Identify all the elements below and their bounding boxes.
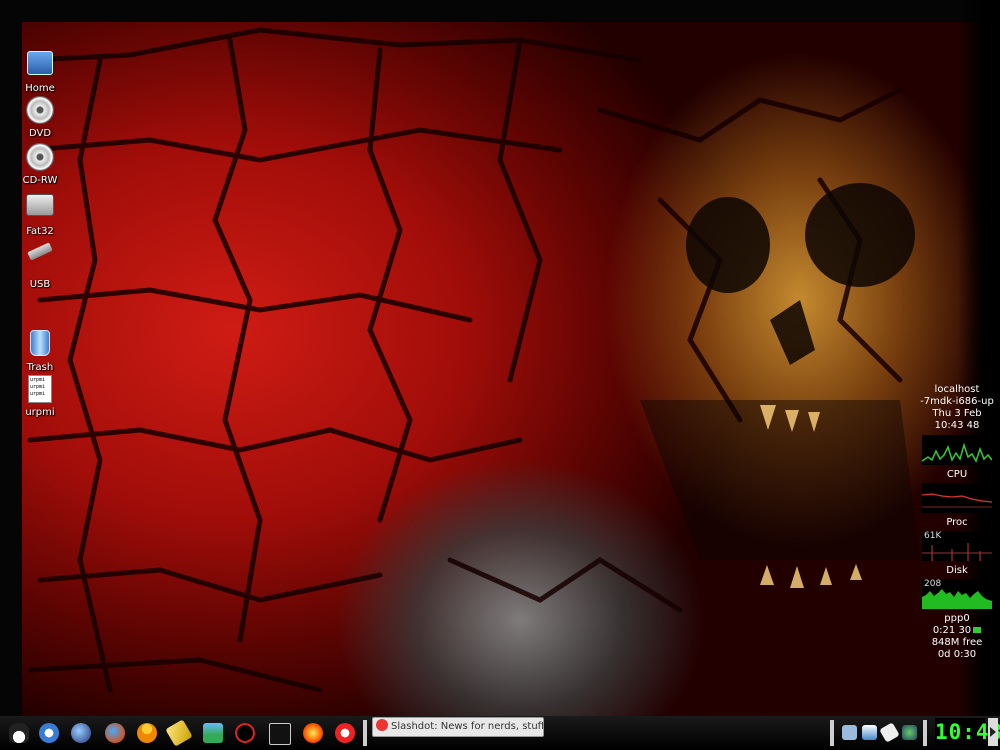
desktop-icon-label: urpmi bbox=[25, 407, 55, 418]
desktop-wallpaper: Home DVD CD-RW Fat32 USB Trash urpmi urp… bbox=[0, 0, 1000, 716]
dvd-icon bbox=[25, 96, 55, 126]
disk-value: 208 bbox=[924, 579, 942, 589]
disk-label: Disk bbox=[946, 565, 968, 576]
doc-line: urpmi bbox=[30, 391, 46, 397]
kernel-version: -7mdk-i686-up bbox=[920, 396, 994, 407]
clock-separator bbox=[923, 720, 927, 746]
desktop-icon-trash[interactable]: Trash bbox=[18, 328, 62, 373]
cpu-label: CPU bbox=[946, 469, 968, 480]
doc-line: urpmi bbox=[30, 377, 46, 383]
konqueror-icon[interactable] bbox=[36, 720, 62, 746]
disk-graph: 208 bbox=[922, 579, 992, 609]
browser-window-icon bbox=[376, 719, 388, 731]
display-icon[interactable] bbox=[862, 725, 877, 740]
desktop-icon-fat32[interactable]: Fat32 bbox=[18, 188, 62, 237]
desktop-icon-label: DVD bbox=[28, 128, 52, 139]
host-activity-graph bbox=[922, 435, 992, 465]
tray-tag-icon[interactable] bbox=[879, 722, 900, 743]
proc-value: 61K bbox=[924, 531, 942, 541]
firefox-icon[interactable] bbox=[102, 720, 128, 746]
uptime: 0d 0:30 bbox=[937, 649, 977, 660]
proc-label: Proc bbox=[946, 517, 968, 528]
desktop-icon-usb[interactable]: USB bbox=[18, 235, 62, 290]
net-connect-time: 0:21 30 bbox=[918, 625, 996, 637]
crack-pattern bbox=[27, 27, 920, 693]
desktop-icon-dvd[interactable]: DVD bbox=[18, 94, 62, 139]
kopete-icon[interactable] bbox=[134, 720, 160, 746]
desktop-icon-urpmi[interactable]: urpmi urpmi urpmi urpmi bbox=[18, 374, 62, 418]
document-icon: urpmi urpmi urpmi bbox=[25, 375, 55, 405]
cdrw-icon bbox=[25, 143, 55, 173]
digital-clock[interactable]: 10:43 bbox=[935, 718, 1000, 746]
volume-icon[interactable] bbox=[842, 725, 857, 740]
hostname: localhost bbox=[934, 384, 980, 395]
desktop-icon-label: USB bbox=[29, 279, 51, 290]
top-frame bbox=[0, 0, 1000, 22]
fire-icon[interactable] bbox=[300, 720, 326, 746]
net-led-icon bbox=[973, 627, 982, 633]
network-icon[interactable] bbox=[902, 725, 917, 740]
desktop-icon-label: Trash bbox=[26, 362, 54, 373]
memory-free: 848M free bbox=[931, 637, 983, 648]
photo-icon[interactable] bbox=[200, 720, 226, 746]
cpu-graph bbox=[922, 483, 992, 513]
trash-icon bbox=[25, 330, 55, 360]
window-button-slashdot[interactable]: Slashdot: News for nerds, stuff t bbox=[372, 717, 544, 737]
pentagram-icon[interactable] bbox=[232, 720, 258, 746]
net-label: ppp0 bbox=[944, 613, 970, 624]
desktop-icon-label: CD-RW bbox=[22, 175, 58, 186]
opera-icon[interactable] bbox=[332, 720, 358, 746]
system-monitor: localhost -7mdk-i686-up Thu 3 Feb 10:43 … bbox=[918, 384, 996, 661]
date-display: Thu 3 Feb bbox=[932, 408, 982, 419]
tag-icon[interactable] bbox=[165, 719, 193, 747]
network-interface: ppp0 bbox=[918, 613, 996, 625]
tray-separator bbox=[830, 720, 834, 746]
desktop-icon-cdrw[interactable]: CD-RW bbox=[18, 141, 62, 186]
time-display: 10:43 48 bbox=[934, 420, 980, 431]
proc-graph: 61K bbox=[922, 531, 992, 561]
usb-icon bbox=[25, 242, 55, 277]
window-button-label: Slashdot: News for nerds, stuff t bbox=[391, 721, 544, 732]
globe-icon[interactable] bbox=[68, 720, 94, 746]
hard-drive-icon bbox=[25, 194, 55, 224]
net-time: 0:21 30 bbox=[932, 625, 972, 636]
desktop-icon-home[interactable]: Home bbox=[18, 47, 62, 94]
kde-menu-icon[interactable] bbox=[6, 720, 32, 746]
home-icon bbox=[25, 51, 55, 81]
taskbar-separator bbox=[363, 720, 367, 746]
panel-hide-button[interactable] bbox=[988, 718, 998, 746]
desktop-icon-label: Home bbox=[25, 83, 55, 94]
doc-line: urpmi bbox=[30, 384, 46, 390]
terminal-icon[interactable] bbox=[266, 720, 292, 746]
